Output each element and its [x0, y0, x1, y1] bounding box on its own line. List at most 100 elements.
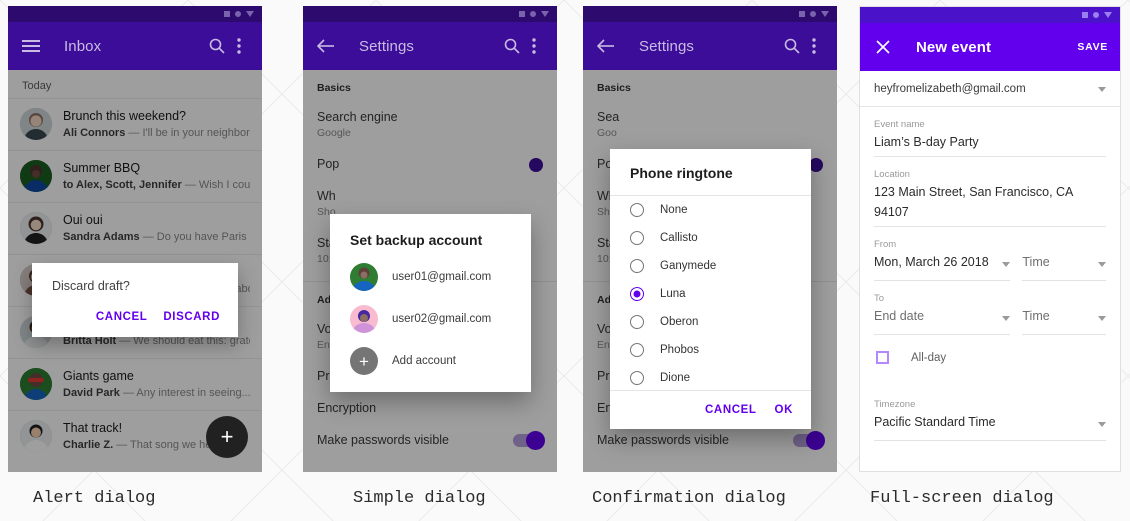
chevron-down-icon [1098, 261, 1106, 267]
event-name-field[interactable]: Event name Liam’s B-day Party [860, 107, 1120, 157]
discard-button[interactable]: DISCARD [163, 311, 220, 323]
save-button[interactable]: SAVE [1077, 41, 1108, 53]
caption-simple-dialog: Simple dialog [353, 489, 486, 508]
search-icon[interactable] [781, 35, 803, 57]
dialog-title: Phone ringtone [630, 165, 733, 181]
field-underline [874, 280, 1011, 281]
to-date-field[interactable]: To End date [874, 292, 1011, 335]
phone-panel-confirmation-dialog: Settings Basics Sea Goo Pop Wh Sho Sta 1… [583, 6, 837, 472]
timezone-field[interactable]: Timezone Pacific Standard Time [860, 364, 1120, 441]
account-email: user02@gmail.com [392, 313, 492, 325]
simple-dialog: Set backup account user01@gmail.com user… [330, 214, 531, 392]
new-event-form: heyfromelizabeth@gmail.com Event name Li… [860, 71, 1120, 471]
field-underline [1022, 334, 1106, 335]
status-bar [860, 7, 1120, 23]
from-time-field[interactable]: Time [1022, 238, 1106, 281]
signal-square-icon [1082, 12, 1088, 18]
radio-icon[interactable] [630, 203, 644, 217]
ringtone-option-list[interactable]: None Callisto Ganymede Luna Oberon Phobo… [610, 195, 811, 391]
compose-fab[interactable]: + [206, 416, 248, 458]
to-row: To End date Time [860, 281, 1120, 335]
field-value: 123 Main Street, San Francisco, CA 94107 [874, 185, 1073, 219]
from-row: From Mon, March 26 2018 Time [860, 227, 1120, 281]
radio-icon[interactable] [630, 371, 644, 385]
more-vert-icon[interactable] [228, 35, 250, 57]
plus-icon: + [220, 424, 234, 449]
app-bar-title: Settings [359, 37, 414, 55]
app-bar-settings: Settings [303, 22, 557, 70]
arrow-back-icon[interactable] [315, 35, 337, 57]
option-label: Callisto [660, 232, 698, 244]
account-option-user01[interactable]: user01@gmail.com [330, 256, 531, 298]
hamburger-icon[interactable] [20, 35, 42, 57]
account-option-user02[interactable]: user02@gmail.com [330, 298, 531, 340]
more-vert-icon[interactable] [523, 35, 545, 57]
allday-checkbox[interactable] [876, 351, 889, 364]
field-underline [874, 334, 1011, 335]
app-bar-title: Settings [639, 37, 694, 55]
ringtone-option-none[interactable]: None [610, 196, 811, 224]
field-label [1022, 292, 1106, 306]
chevron-down-icon [1002, 315, 1011, 321]
account-email: heyfromelizabeth@gmail.com [874, 83, 1026, 95]
dialog-actions: CANCEL OK [610, 391, 811, 429]
caption-alert-dialog: Alert dialog [33, 489, 156, 508]
to-time-field[interactable]: Time [1022, 292, 1106, 335]
arrow-back-icon[interactable] [595, 35, 617, 57]
search-icon[interactable] [501, 35, 523, 57]
confirmation-dialog: Phone ringtone None Callisto Ganymede Lu… [610, 149, 811, 429]
field-value: Pacific Standard Time [874, 415, 996, 429]
ringtone-option-luna[interactable]: Luna [610, 280, 811, 308]
from-date-field[interactable]: From Mon, March 26 2018 [874, 238, 1011, 281]
account-email: user01@gmail.com [392, 271, 492, 283]
search-icon[interactable] [206, 35, 228, 57]
ringtone-option-dione[interactable]: Dione [610, 364, 811, 390]
status-bar [303, 6, 557, 22]
location-field[interactable]: Location 123 Main Street, San Francisco,… [860, 157, 1120, 227]
alert-dialog: Discard draft? CANCEL DISCARD [32, 263, 238, 337]
radio-icon[interactable] [630, 231, 644, 245]
wifi-circle-icon [1093, 12, 1099, 18]
add-account-option[interactable]: + Add account [330, 340, 531, 382]
allday-label: All-day [911, 351, 947, 364]
chevron-down-icon [1098, 315, 1106, 321]
field-underline [1022, 280, 1106, 281]
ringtone-option-ganymede[interactable]: Ganymede [610, 252, 811, 280]
cancel-button[interactable]: CANCEL [96, 311, 148, 323]
radio-icon-selected[interactable] [630, 287, 644, 301]
chevron-down-icon [1098, 86, 1106, 92]
battery-triangle-icon [541, 11, 549, 17]
field-value: Liam’s B-day Party [874, 135, 979, 149]
option-label: None [660, 204, 688, 216]
close-icon[interactable] [872, 36, 894, 58]
settings-list: Basics Search engine Google Pop Wh Sho S… [303, 70, 557, 472]
settings-list: Basics Sea Goo Pop Wh Sho Sta 10:0 Adva … [583, 70, 837, 472]
battery-triangle-icon [246, 11, 254, 17]
allday-row[interactable]: All-day [860, 335, 1120, 364]
ok-button[interactable]: OK [775, 404, 793, 416]
field-label: To [874, 293, 885, 304]
field-label: From [874, 239, 897, 250]
ringtone-option-oberon[interactable]: Oberon [610, 308, 811, 336]
inbox-message-list: Today Brunch this weekend? Ali Connors —… [8, 70, 262, 472]
ringtone-option-callisto[interactable]: Callisto [610, 224, 811, 252]
signal-square-icon [519, 11, 525, 17]
field-underline [874, 440, 1106, 441]
account-selector[interactable]: heyfromelizabeth@gmail.com [860, 71, 1120, 107]
cancel-button[interactable]: CANCEL [705, 404, 757, 416]
field-value: Time [1022, 255, 1050, 269]
wifi-circle-icon [810, 11, 816, 17]
status-bar [8, 6, 262, 22]
field-label [1022, 238, 1106, 252]
avatar [350, 305, 378, 333]
radio-icon[interactable] [630, 343, 644, 357]
phone-panel-alert-dialog: Inbox Today Brunch this weekend? Ali Con… [8, 6, 262, 472]
field-label: Location [874, 169, 910, 180]
radio-icon[interactable] [630, 259, 644, 273]
battery-triangle-icon [1104, 12, 1112, 18]
ringtone-option-phobos[interactable]: Phobos [610, 336, 811, 364]
app-bar-inbox: Inbox [8, 22, 262, 70]
radio-icon[interactable] [630, 315, 644, 329]
more-vert-icon[interactable] [803, 35, 825, 57]
caption-confirmation-dialog: Confirmation dialog [592, 489, 786, 508]
